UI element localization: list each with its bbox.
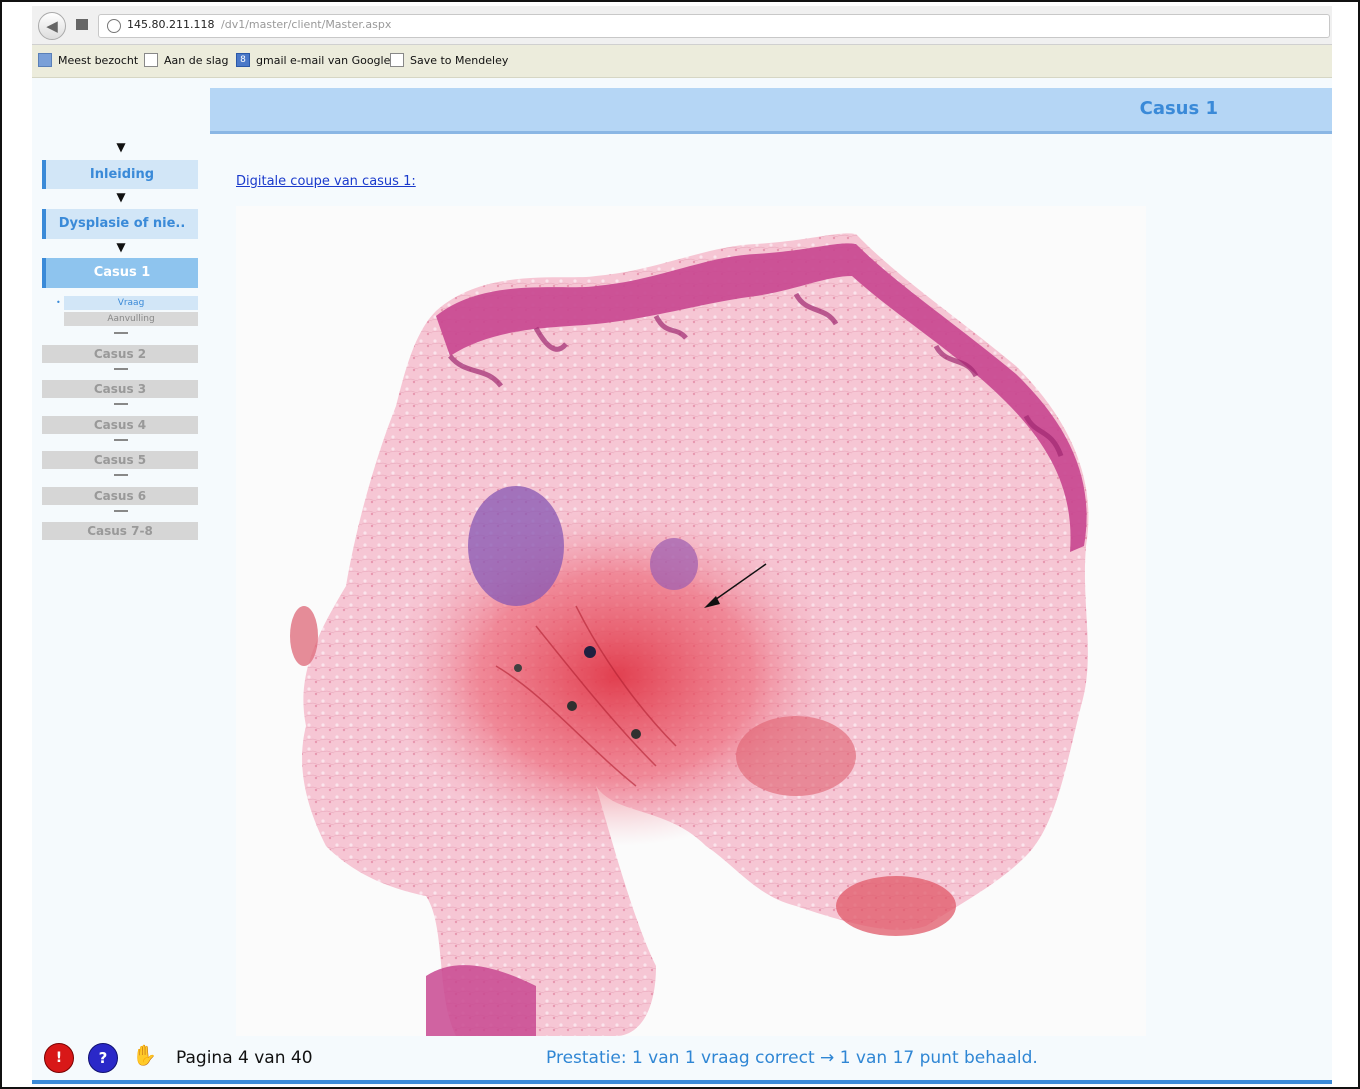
globe-icon [107,19,121,33]
sidebar-item-casus-4[interactable]: Casus 4 [42,416,198,434]
page-title: Casus 1 [1139,98,1218,119]
sub-item-bullet: • [56,298,61,307]
bookmark-meest-bezocht[interactable]: Meest bezocht [38,53,138,67]
sidebar-item-dysplasie[interactable]: Dysplasie of nie.. [42,209,198,239]
hand-icon[interactable]: ✋ [132,1043,157,1067]
sidebar-item-casus-6[interactable]: Casus 6 [42,487,198,505]
digital-slide-link[interactable]: Digitale coupe van casus 1: [236,174,416,189]
nav-arrow-icon: ▼ [116,190,126,204]
sidebar-item-casus-3[interactable]: Casus 3 [42,380,198,398]
sidebar-item-casus-5[interactable]: Casus 5 [42,451,198,469]
page-header: Casus 1 [210,88,1332,134]
stop-button[interactable]: ! [44,1043,74,1073]
sidebar-item-casus-1[interactable]: Casus 1 [42,258,198,288]
sub-item-aanvulling[interactable]: Aanvulling [64,312,198,326]
nav-separator [114,332,128,334]
page-counter: Pagina 4 van 40 [176,1048,313,1068]
google-icon: 8 [236,53,250,67]
footer-divider [32,1080,1332,1084]
url-host: 145.80.211.118 [127,18,215,31]
page-info-icon[interactable] [76,19,88,30]
performance-status: Prestatie: 1 van 1 vraag correct → 1 van… [546,1048,1038,1068]
nav-separator [114,368,128,370]
bookmarks-toolbar: Meest bezocht Aan de slag 8 gmail e-mail… [32,45,1332,78]
url-field[interactable]: 145.80.211.118 /dv1/master/client/Master… [98,14,1330,38]
bookmark-aan-de-slag[interactable]: Aan de slag [144,53,229,67]
nav-separator [114,510,128,512]
nav-arrow-icon: ▼ [116,240,126,254]
nav-arrow-icon: ▼ [116,140,126,154]
sidebar-item-casus-7-8[interactable]: Casus 7-8 [42,522,198,540]
back-button[interactable]: ◀ [38,12,66,40]
page-icon [390,53,404,67]
histology-slide-image[interactable] [236,206,1146,1036]
nav-separator [114,474,128,476]
bookmark-gmail[interactable]: 8 gmail e-mail van Google [236,53,390,67]
nav-separator [114,403,128,405]
sidebar-item-inleiding[interactable]: Inleiding [42,160,198,189]
footer-bar: ! ? ✋ Pagina 4 van 40 Prestatie: 1 van 1… [32,1036,1332,1084]
page-icon [144,53,158,67]
help-button[interactable]: ? [88,1043,118,1073]
address-bar: ◀ 145.80.211.118 /dv1/master/client/Mast… [32,6,1332,45]
sidebar-item-casus-2[interactable]: Casus 2 [42,345,198,363]
people-icon [38,53,52,67]
url-path: /dv1/master/client/Master.aspx [221,18,392,31]
browser-window: ◀ 145.80.211.118 /dv1/master/client/Mast… [32,6,1332,1086]
bookmark-mendeley[interactable]: Save to Mendeley [390,53,508,67]
sub-item-vraag[interactable]: Vraag [64,296,198,310]
nav-separator [114,439,128,441]
